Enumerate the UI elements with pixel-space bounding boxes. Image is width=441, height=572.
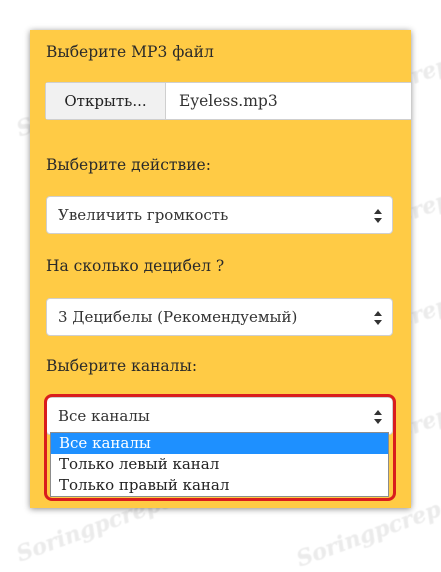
channels-dropdown-list: Все каналы Только левый канал Только пра… bbox=[50, 432, 389, 497]
file-input[interactable]: Открыть... Eyeless.mp3 bbox=[45, 82, 411, 120]
db-label: На сколько децибел ? bbox=[46, 257, 225, 275]
open-file-button[interactable]: Открыть... bbox=[46, 83, 166, 119]
channels-select[interactable]: Все каналы bbox=[46, 397, 393, 435]
db-select-value: 3 Децибелы (Рекомендуемый) bbox=[58, 308, 298, 326]
channels-select-value: Все каналы bbox=[58, 407, 150, 425]
file-label: Выберите MP3 файл bbox=[46, 43, 214, 61]
up-down-arrows-icon bbox=[374, 311, 382, 325]
mp3-volume-form-panel: Выберите MP3 файл Открыть... Eyeless.mp3… bbox=[30, 30, 411, 508]
action-select-value: Увеличить громкость bbox=[58, 206, 229, 224]
up-down-arrows-icon bbox=[374, 410, 382, 424]
db-select[interactable]: 3 Децибелы (Рекомендуемый) bbox=[46, 298, 393, 336]
channel-option-right[interactable]: Только правый канал bbox=[51, 475, 388, 496]
channel-option-left[interactable]: Только левый канал bbox=[51, 454, 388, 475]
up-down-arrows-icon bbox=[374, 209, 382, 223]
action-label: Выберите действие: bbox=[46, 156, 211, 174]
channel-option-all[interactable]: Все каналы bbox=[51, 433, 388, 454]
file-name: Eyeless.mp3 bbox=[179, 92, 278, 110]
action-select[interactable]: Увеличить громкость bbox=[46, 196, 393, 234]
channels-label: Выберите каналы: bbox=[46, 357, 198, 375]
